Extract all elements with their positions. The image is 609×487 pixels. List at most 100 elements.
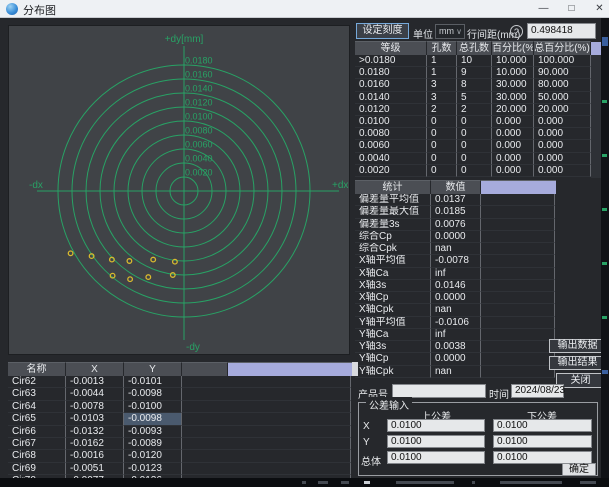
table-cell[interactable] [182, 401, 351, 413]
table-row[interactable]: 0.0020000.0000.000 [355, 165, 591, 177]
table-cell[interactable]: 0.000 [492, 153, 534, 165]
table-cell[interactable]: 0 [457, 116, 492, 128]
table-cell[interactable]: 10 [457, 55, 492, 67]
column-header[interactable]: 统计 [355, 180, 431, 194]
column-header[interactable]: 等级 [355, 41, 427, 55]
table-cell[interactable]: 0.0180 [355, 67, 427, 79]
confirm-button[interactable]: 确定 [562, 463, 596, 476]
table-cell[interactable]: 5 [457, 92, 492, 104]
table-row[interactable]: X轴平均值-0.0078 [355, 255, 555, 267]
table-cell[interactable] [481, 280, 555, 292]
table-row[interactable]: Cir65-0.0103-0.0098 [8, 413, 351, 425]
table-cell[interactable]: Cir63 [8, 388, 66, 400]
table-row[interactable]: 偏差量最大值0.0185 [355, 206, 555, 218]
table-cell[interactable] [481, 366, 555, 378]
table-cell[interactable] [481, 255, 555, 267]
column-header[interactable]: Y [124, 362, 182, 376]
table-cell[interactable]: 0 [457, 165, 492, 177]
table-cell[interactable]: 2 [427, 104, 457, 116]
table-cell[interactable]: 8 [457, 79, 492, 91]
table-cell[interactable]: 0.0146 [431, 280, 481, 292]
table-cell[interactable]: -0.0044 [66, 388, 124, 400]
table-cell[interactable]: 50.000 [534, 92, 591, 104]
tolerance-y-upper-input[interactable] [387, 435, 485, 448]
table-row[interactable]: Y轴Cainf [355, 329, 555, 341]
unit-select[interactable]: mm ∨ [435, 24, 465, 39]
table-cell[interactable]: 0.0185 [431, 206, 481, 218]
table-row[interactable]: Y轴3s0.0038 [355, 341, 555, 353]
table-cell[interactable]: 3 [427, 79, 457, 91]
table-cell[interactable]: -0.0093 [124, 426, 182, 438]
table-cell[interactable]: 0.0160 [355, 79, 427, 91]
table-row[interactable]: 综合Cpknan [355, 243, 555, 255]
table-cell[interactable] [182, 376, 351, 388]
table-cell[interactable]: -0.0089 [124, 438, 182, 450]
table-cell[interactable]: 0 [427, 128, 457, 140]
scrollbar-thumb[interactable] [591, 42, 601, 55]
table-row[interactable]: 偏差量3s0.0076 [355, 219, 555, 231]
table-cell[interactable]: nan [431, 366, 481, 378]
table-cell[interactable]: 1 [427, 67, 457, 79]
table-row[interactable]: X轴3s0.0146 [355, 280, 555, 292]
table-cell[interactable]: 2 [457, 104, 492, 116]
table-row[interactable]: Cir68-0.0016-0.0120 [8, 450, 351, 462]
table-cell[interactable]: Cir66 [8, 426, 66, 438]
table-cell[interactable]: -0.0016 [66, 450, 124, 462]
export-result-button[interactable]: 输出结果 [549, 356, 606, 370]
table-cell[interactable]: 10.000 [492, 67, 534, 79]
level-table-scrollbar[interactable] [591, 55, 601, 178]
product-input[interactable] [392, 384, 486, 398]
column-header[interactable]: 总百分比(%) [534, 41, 591, 55]
table-cell[interactable]: 0.000 [534, 153, 591, 165]
table-cell[interactable]: 80.000 [534, 79, 591, 91]
table-cell[interactable]: 0.0000 [431, 353, 481, 365]
column-header[interactable]: X [66, 362, 124, 376]
table-cell[interactable]: -0.0123 [124, 463, 182, 475]
table-cell[interactable] [481, 268, 555, 280]
help-icon[interactable]: ? [510, 25, 523, 38]
table-cell[interactable]: -0.0120 [124, 450, 182, 462]
table-cell[interactable]: Y轴Cpk [355, 366, 431, 378]
table-cell[interactable]: Cir68 [8, 450, 66, 462]
table-row[interactable]: X轴Cp0.0000 [355, 292, 555, 304]
table-cell[interactable]: 0.0040 [355, 153, 427, 165]
table-cell[interactable]: 0.0076 [431, 219, 481, 231]
table-cell[interactable]: Cir64 [8, 401, 66, 413]
table-cell[interactable]: 0 [427, 165, 457, 177]
table-cell[interactable]: 0 [427, 116, 457, 128]
table-cell[interactable]: -0.0098 [124, 388, 182, 400]
table-cell[interactable]: X轴Cp [355, 292, 431, 304]
table-cell[interactable]: 0.0060 [355, 140, 427, 152]
tolerance-x-upper-input[interactable] [387, 419, 485, 432]
table-cell[interactable]: 偏差量最大值 [355, 206, 431, 218]
column-header[interactable]: 总孔数 [457, 41, 492, 55]
column-header[interactable]: 孔数 [427, 41, 457, 55]
table-row[interactable]: 0.0040000.0000.000 [355, 153, 591, 165]
table-cell[interactable]: inf [431, 268, 481, 280]
table-cell[interactable]: Y轴Ca [355, 329, 431, 341]
table-row[interactable]: 0.01603830.00080.000 [355, 79, 591, 91]
table-cell[interactable] [182, 438, 351, 450]
table-cell[interactable] [481, 206, 555, 218]
table-row[interactable]: Y轴平均值-0.0106 [355, 317, 555, 329]
table-cell[interactable] [481, 317, 555, 329]
table-cell[interactable]: 0.000 [534, 165, 591, 177]
table-cell[interactable]: X轴平均值 [355, 255, 431, 267]
table-cell[interactable]: 30.000 [492, 79, 534, 91]
table-row[interactable]: 0.01403530.00050.000 [355, 92, 591, 104]
table-cell[interactable]: 30.000 [492, 92, 534, 104]
table-cell[interactable]: 20.000 [492, 104, 534, 116]
table-row[interactable]: Cir62-0.0013-0.0101 [8, 376, 351, 388]
row-spacing-value[interactable]: 0.498418 [527, 23, 596, 39]
table-cell[interactable] [182, 388, 351, 400]
table-cell[interactable]: 0.0000 [431, 231, 481, 243]
table-cell[interactable]: X轴Cpk [355, 304, 431, 316]
table-cell[interactable]: 0.000 [534, 140, 591, 152]
table-cell[interactable]: 10.000 [492, 55, 534, 67]
table-cell[interactable]: 0.0020 [355, 165, 427, 177]
column-header[interactable]: 百分比(%) [492, 41, 534, 55]
table-row[interactable]: 0.01801910.00090.000 [355, 67, 591, 79]
tolerance-y-lower-input[interactable] [493, 435, 592, 448]
time-value[interactable]: 2024/08/23 [511, 384, 564, 398]
table-row[interactable]: Cir67-0.0162-0.0089 [8, 438, 351, 450]
